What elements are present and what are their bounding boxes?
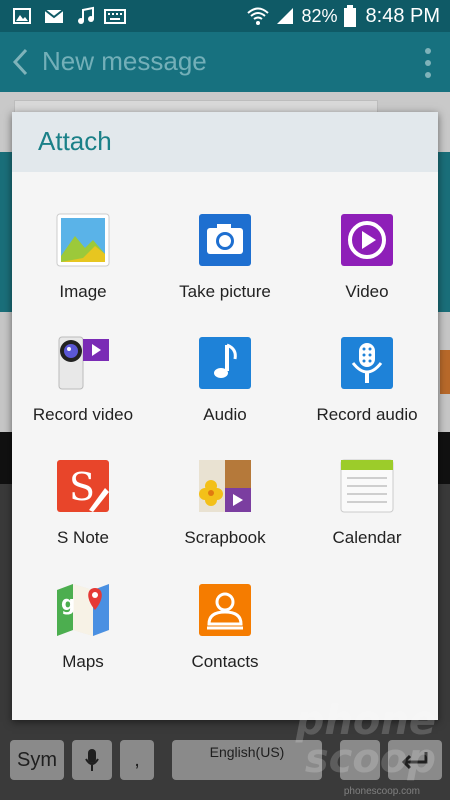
page-title: New message [42, 46, 207, 76]
watermark-line2: scoop [304, 736, 436, 782]
s-note-icon: S [57, 460, 109, 512]
attach-image[interactable]: Image [12, 212, 154, 322]
signal-icon [277, 8, 294, 24]
attach-video[interactable]: Video [296, 212, 438, 322]
camera-icon [199, 214, 251, 266]
attach-image-label: Image [59, 282, 107, 301]
music-icon [78, 6, 94, 24]
contacts-icon [199, 584, 251, 636]
camcorder-icon [58, 336, 109, 390]
attach-video-label: Video [345, 282, 389, 301]
dialog-header: Attach [12, 112, 438, 172]
back-icon[interactable] [10, 46, 32, 78]
dialog-title: Attach [38, 126, 112, 156]
attach-take-picture[interactable]: Take picture [154, 212, 296, 322]
calendar-icon [340, 459, 394, 513]
attach-calendar[interactable]: Calendar [296, 458, 438, 568]
battery-icon [343, 5, 356, 27]
attach-contacts-label: Contacts [191, 652, 259, 671]
voice-key[interactable] [72, 740, 112, 780]
more-options-icon[interactable] [424, 46, 432, 80]
sym-key[interactable]: Sym [10, 740, 64, 780]
app-bar: New message [0, 32, 450, 92]
music-note-icon [199, 337, 251, 389]
attach-record-video-label: Record video [32, 405, 134, 424]
attach-audio[interactable]: Audio [154, 335, 296, 445]
attach-dialog: Attach Image Take picture Video Record v… [12, 112, 438, 720]
attach-calendar-label: Calendar [332, 528, 402, 547]
battery-percent: 82% [301, 5, 338, 26]
microphone-key-icon [85, 749, 99, 771]
attach-maps-label: Maps [62, 652, 104, 671]
watermark: phone scoop [295, 698, 436, 782]
image-notification-icon [13, 8, 31, 24]
attach-scrapbook[interactable]: Scrapbook [154, 458, 296, 568]
attach-audio-label: Audio [203, 405, 247, 424]
keyboard-icon [104, 9, 126, 24]
attach-record-audio-label: Record audio [316, 405, 418, 424]
microphone-icon [341, 337, 393, 389]
attach-s-note-label: S Note [57, 528, 109, 547]
send-button-bg [440, 350, 450, 394]
space-key-label: English(US) [209, 744, 285, 760]
svg-text:S: S [69, 465, 95, 509]
attach-contacts[interactable]: Contacts [154, 582, 296, 692]
comma-key[interactable]: , [120, 740, 154, 780]
attach-record-video[interactable]: Record video [12, 335, 154, 445]
image-icon [56, 213, 110, 267]
wifi-icon [247, 7, 270, 25]
attach-maps[interactable]: g Maps [12, 582, 154, 692]
attach-s-note[interactable]: S S Note [12, 458, 154, 568]
status-bar: 82% 8:48 PM [0, 0, 450, 32]
maps-icon: g [57, 584, 109, 636]
svg-text:g: g [61, 591, 75, 615]
clock: 8:48 PM [365, 4, 440, 27]
scrapbook-icon [199, 460, 251, 512]
gmail-icon [44, 9, 64, 23]
video-icon [341, 214, 393, 266]
watermark-line1: phone [295, 698, 436, 744]
watermark-url: phonescoop.com [343, 786, 420, 797]
attach-record-audio[interactable]: Record audio [296, 335, 438, 445]
attach-take-picture-label: Take picture [179, 282, 271, 301]
attach-scrapbook-label: Scrapbook [184, 528, 266, 547]
